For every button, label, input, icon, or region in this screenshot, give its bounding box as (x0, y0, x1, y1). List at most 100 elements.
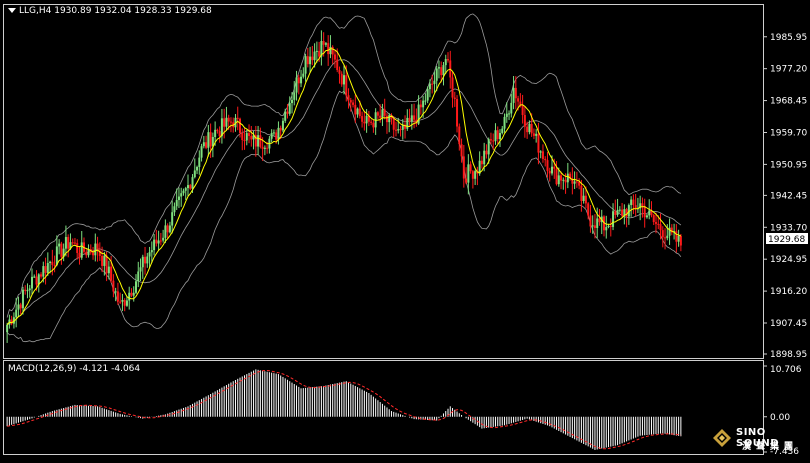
bear-candle (119, 301, 122, 303)
bear-candle (354, 104, 357, 115)
open-value: 1930.89 (54, 6, 92, 16)
bull-candle (177, 196, 180, 201)
dropdown-triangle-icon[interactable] (8, 8, 16, 13)
macd-main-value: -4.121 (79, 364, 109, 374)
bull-candle (605, 227, 608, 231)
bear-candle (92, 252, 95, 256)
bull-candle (510, 102, 513, 114)
bull-candle (677, 235, 680, 242)
bull-candle (291, 99, 293, 104)
bear-candle (322, 41, 325, 45)
bear-candle (209, 132, 212, 147)
bull-candle (6, 324, 9, 333)
bull-candle (410, 115, 413, 122)
bull-candle (17, 304, 20, 310)
bear-candle (112, 280, 115, 292)
bear-candle (216, 129, 219, 132)
bear-candle (485, 150, 488, 155)
bear-candle (447, 59, 449, 61)
bear-candle (101, 255, 104, 266)
bear-candle (593, 225, 596, 229)
bull-candle (184, 188, 187, 191)
bear-candle (279, 127, 282, 131)
bull-candle (612, 211, 615, 227)
price-tick-label: 1924.95 (770, 255, 807, 265)
bear-candle (376, 112, 379, 116)
close-value: 1929.68 (174, 6, 212, 16)
bear-candle (462, 156, 465, 179)
chart-area[interactable]: 1985.95 1977.20 1968.45 1959.70 1950.95 1942.… (0, 0, 810, 459)
bull-candle (42, 266, 45, 277)
bull-candle (257, 135, 260, 147)
bear-candle (166, 225, 169, 233)
bull-candle (573, 181, 576, 184)
bull-candle (162, 237, 165, 241)
bear-candle (526, 126, 529, 133)
bear-candle (643, 206, 646, 218)
bull-candle (196, 166, 199, 171)
bull-candle (487, 139, 490, 155)
bear-candle (123, 299, 126, 306)
price-tick-label: 1959.70 (770, 128, 807, 138)
bear-candle (67, 237, 70, 249)
bull-candle (596, 218, 599, 229)
bear-candle (621, 209, 624, 216)
bear-candle (419, 104, 422, 108)
bull-candle (207, 132, 210, 148)
bear-candle (144, 256, 147, 264)
macd-tick-label: 10.706 (770, 365, 802, 375)
bear-candle (679, 235, 682, 246)
bull-candle (535, 133, 538, 136)
bull-candle (58, 243, 61, 247)
bull-candle (187, 185, 189, 189)
bear-candle (250, 135, 253, 140)
bull-candle (295, 77, 298, 93)
bear-candle (248, 133, 251, 136)
bear-candle (451, 77, 454, 98)
bull-candle (270, 133, 273, 139)
bear-candle (44, 266, 47, 273)
bull-candle (198, 157, 201, 167)
bear-candle (275, 132, 278, 140)
bear-candle (349, 100, 352, 103)
symbol-timeframe: LLG,H4 (19, 6, 52, 16)
bear-candle (236, 117, 239, 119)
bull-candle (31, 276, 33, 289)
bull-candle (422, 100, 425, 108)
bear-candle (331, 46, 334, 55)
bear-candle (564, 179, 567, 183)
bear-candle (675, 231, 678, 242)
bull-candle (182, 190, 185, 194)
bull-candle (263, 147, 266, 149)
bear-candle (218, 131, 221, 137)
bear-candle (530, 123, 533, 134)
diamond-logo-icon (713, 429, 731, 447)
symbol-header: LLG,H4 1930.89 1932.04 1928.33 1929.68 (8, 6, 212, 16)
bull-candle (645, 215, 648, 218)
bull-candle (666, 235, 669, 239)
bull-candle (225, 117, 228, 127)
price-chart-svg[interactable]: 1985.95 1977.20 1968.45 1959.70 1950.95 1942.… (0, 0, 810, 459)
price-axis: 1985.95 1977.20 1968.45 1959.70 1950.95 1942.… (763, 33, 807, 360)
bear-candle (73, 242, 76, 244)
bull-candle (428, 83, 431, 90)
bull-candle (146, 256, 149, 264)
bear-candle (657, 223, 660, 225)
low-value: 1928.33 (134, 6, 172, 16)
bear-candle (223, 118, 226, 127)
bear-candle (24, 289, 27, 291)
bear-candle (598, 218, 601, 223)
bear-candle (392, 118, 395, 130)
price-tick-label: 1968.45 (770, 97, 807, 107)
bear-candle (514, 87, 517, 99)
bear-candle (347, 95, 350, 101)
macd-signal-value: -4.064 (111, 364, 141, 374)
bear-candle (480, 160, 483, 165)
bull-candle (64, 237, 67, 249)
bull-candle (444, 59, 447, 66)
bear-candle (496, 130, 499, 140)
bear-candle (555, 168, 558, 185)
bull-candle (630, 199, 633, 206)
price-tick-label: 1933.70 (770, 223, 807, 233)
bull-candle (277, 127, 280, 140)
